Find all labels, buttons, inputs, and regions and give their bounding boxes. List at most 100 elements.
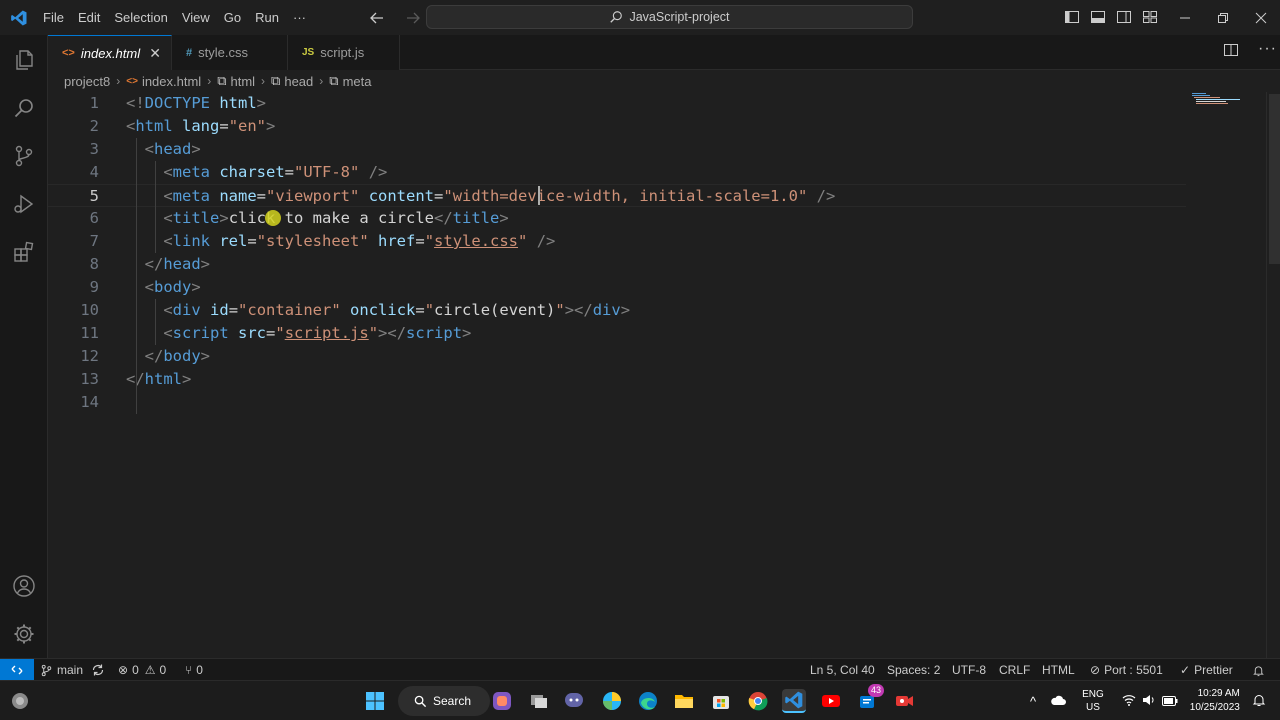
tab-style-css[interactable]: # style.css (172, 35, 288, 70)
notification-center-icon[interactable] (1252, 693, 1266, 710)
task-view-icon[interactable] (527, 689, 551, 713)
source-control-icon[interactable] (0, 132, 48, 180)
code-editor[interactable]: 1 <!DOCTYPE html> 2 <html lang="en"> 3 <head… (48, 92, 1280, 658)
edge-browser-icon[interactable] (636, 689, 660, 713)
widgets-weather-icon[interactable] (8, 689, 32, 713)
code-line[interactable]: 12 </body> (48, 345, 1186, 368)
code-line[interactable]: 3 <head> (48, 138, 1186, 161)
menu-view[interactable]: View (175, 0, 217, 35)
menu-selection[interactable]: Selection (107, 0, 174, 35)
file-explorer-icon[interactable] (672, 689, 696, 713)
search-icon[interactable] (0, 84, 48, 132)
chrome-icon[interactable] (746, 689, 770, 713)
live-server-port[interactable]: ⊘ Port : 5501 (1090, 659, 1163, 681)
indentation[interactable]: Spaces: 2 (887, 659, 940, 681)
onedrive-cloud-icon[interactable] (1050, 694, 1067, 709)
screen-recorder-icon[interactable] (892, 689, 916, 713)
clock-time: 10:29 AM (1197, 688, 1240, 699)
menu-more[interactable]: ··· (286, 0, 313, 35)
prettier-label: Prettier (1194, 663, 1233, 677)
code-line[interactable]: 7 <link rel="stylesheet" href="style.css… (48, 230, 1186, 253)
branch-status[interactable]: main (40, 659, 105, 681)
code-token: title (172, 209, 220, 227)
tab-script-js[interactable]: JS script.js (288, 35, 400, 70)
minimap[interactable] (1192, 92, 1252, 112)
menu-edit[interactable]: Edit (71, 0, 107, 35)
back-arrow-icon[interactable] (366, 7, 388, 29)
battery-icon[interactable] (1161, 694, 1178, 709)
close-icon[interactable]: ✕ (149, 45, 161, 62)
end-of-line[interactable]: CRLF (999, 659, 1030, 681)
scrollbar-thumb[interactable] (1269, 94, 1280, 264)
code-line[interactable]: 11 <script src="script.js"></script> (48, 322, 1186, 345)
minimize-icon[interactable] (1166, 0, 1204, 35)
code-token: "width=device-width, initial-scale=1.0" (443, 187, 808, 205)
toggle-secondary-sidebar-icon[interactable] (1115, 6, 1133, 28)
toggle-primary-sidebar-icon[interactable] (1063, 6, 1081, 28)
teams-chat-icon[interactable] (562, 689, 586, 713)
code-line[interactable]: 13</html> (48, 368, 1186, 391)
error-icon: ⊗ (118, 663, 129, 677)
code-token: id (210, 301, 229, 319)
menu-run[interactable]: Run (248, 0, 286, 35)
html-file-icon: <> (126, 75, 138, 87)
microsoft-store-icon[interactable] (709, 689, 733, 713)
explorer-icon[interactable] (0, 36, 48, 84)
notifications-bell-icon[interactable] (1252, 659, 1265, 681)
vscode-taskbar-icon[interactable] (782, 689, 806, 713)
restore-icon[interactable] (1204, 0, 1242, 35)
chevron-up-icon[interactable]: ^ (1030, 694, 1036, 709)
code-token: < (144, 278, 155, 296)
copilot-icon[interactable] (490, 689, 514, 713)
accounts-icon[interactable] (0, 562, 48, 610)
taskbar-search[interactable]: Search (398, 686, 490, 716)
code-line[interactable]: 8 </head> (48, 253, 1186, 276)
extensions-icon[interactable] (0, 228, 48, 276)
remote-indicator-icon[interactable] (0, 659, 34, 681)
color-app-icon[interactable] (600, 689, 624, 713)
code-line[interactable]: 1 <!DOCTYPE html> (48, 92, 1186, 115)
code-line[interactable]: 9 <body> (48, 276, 1186, 299)
command-center[interactable]: JavaScript-project (426, 5, 913, 29)
port-label: Port : 5501 (1104, 663, 1163, 677)
code-line[interactable]: 14 (48, 391, 1186, 414)
code-line[interactable]: 2 <html lang="en"> (48, 115, 1186, 138)
notification-app-icon[interactable]: 43 (856, 684, 885, 713)
more-actions-icon[interactable]: ··· (1258, 40, 1277, 58)
breadcrumb-folder[interactable]: project8 (64, 74, 110, 89)
close-window-icon[interactable] (1242, 0, 1280, 35)
run-debug-icon[interactable] (0, 180, 48, 228)
menu-file[interactable]: File (36, 0, 71, 35)
forward-arrow-icon[interactable] (402, 7, 424, 29)
breadcrumb-html[interactable]: ⧉ html (217, 73, 255, 89)
youtube-icon[interactable] (819, 689, 843, 713)
problems-status[interactable]: ⊗ 0 ⚠ 0 (118, 659, 166, 681)
vertical-scrollbar[interactable] (1266, 92, 1280, 658)
language-mode[interactable]: HTML (1042, 659, 1075, 681)
windows-start-icon[interactable] (363, 689, 387, 713)
encoding[interactable]: UTF-8 (952, 659, 986, 681)
tab-index-html[interactable]: <> index.html ✕ (48, 35, 172, 70)
menu-go[interactable]: Go (217, 0, 248, 35)
code-line[interactable]: 5 <meta name="viewport" content="width=d… (48, 184, 1186, 207)
manage-gear-icon[interactable] (0, 610, 48, 658)
cursor-position[interactable]: Ln 5, Col 40 (810, 659, 875, 681)
language-indicator[interactable]: ENG US (1082, 688, 1104, 714)
toggle-panel-icon[interactable] (1089, 6, 1107, 28)
split-editor-icon[interactable] (1223, 42, 1239, 61)
breadcrumb-meta[interactable]: ⧉ meta (329, 73, 371, 89)
code-line[interactable]: 10 <div id="container" onclick="circle(e… (48, 299, 1186, 322)
clock[interactable]: 10:29 AM 10/25/2023 (1190, 687, 1240, 715)
breadcrumb-head[interactable]: ⧉ head (271, 73, 313, 89)
code-line[interactable]: 6 <title>click to make a circle</title> (48, 207, 1186, 230)
wifi-icon[interactable] (1122, 694, 1136, 709)
sync-icon[interactable] (91, 663, 105, 677)
breadcrumb-file[interactable]: <> index.html (126, 74, 201, 89)
code-token: = (415, 301, 425, 319)
customize-layout-icon[interactable] (1141, 6, 1159, 28)
code-line[interactable]: 4 <meta charset="UTF-8" /> (48, 161, 1186, 184)
prettier-status[interactable]: ✓ Prettier (1180, 659, 1233, 681)
speaker-icon[interactable] (1142, 694, 1156, 709)
ports-status[interactable]: ⑂ 0 (185, 659, 203, 681)
